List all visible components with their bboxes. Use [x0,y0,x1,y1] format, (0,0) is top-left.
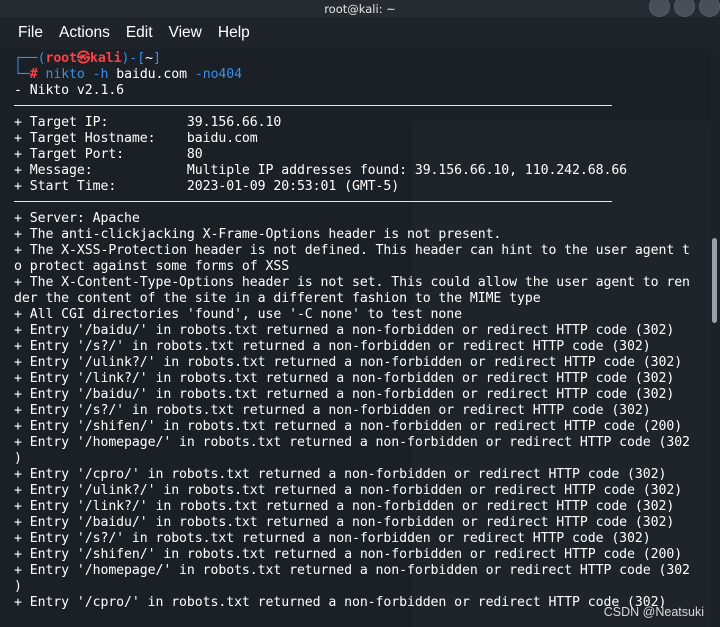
scrollbar-track[interactable] [710,49,720,627]
result-line: + Entry '/s?/' in robots.txt returned a … [14,339,651,354]
result-line: + Entry '/baidu/' in robots.txt returned… [14,323,675,338]
result-line: + Entry '/cpro/' in robots.txt returned … [14,595,667,610]
window-controls [649,0,720,17]
minimize-button[interactable] [649,0,670,17]
target-info-line: + Start Time: 2023-01-09 20:53:01 (GMT-5… [14,179,400,194]
result-line: + Entry '/ulink?/' in robots.txt returne… [14,355,683,370]
result-line: + Entry '/ulink?/' in robots.txt returne… [14,483,683,498]
result-line: + The X-Content-Type-Options header is n… [14,275,690,290]
title-bar: root@kali: ~ [0,0,720,17]
watermark: CSDN @Neatsuki [603,605,704,619]
menu-view[interactable]: View [161,24,210,42]
result-line: + Entry '/homepage/' in robots.txt retur… [14,563,690,578]
result-line: ) [14,579,22,594]
scrollbar-thumb[interactable] [712,238,717,323]
menu-edit[interactable]: Edit [118,24,161,42]
target-info-line: + Message: Multiple IP addresses found: … [14,163,628,178]
prompt-line-2: └─# nikto -h baidu.com -no404 [14,67,243,82]
target-info-line: + Target IP: 39.156.66.10 [14,115,282,130]
result-line: + Entry '/baidu/' in robots.txt returned… [14,515,675,530]
result-line: + Entry '/s?/' in robots.txt returned a … [14,531,651,546]
separator [14,105,612,106]
maximize-button[interactable] [674,0,695,17]
result-line: + The X-XSS-Protection header is not def… [14,243,690,258]
prompt-line-1: ┌──(root㉿kali)-[~] [14,51,161,66]
result-line: + Entry '/homepage/' in robots.txt retur… [14,435,690,450]
close-button[interactable] [699,0,720,17]
result-line: + The anti-clickjacking X-Frame-Options … [14,227,502,242]
menu-bar: File Actions Edit View Help [0,17,720,49]
target-info-line: + Target Port: 80 [14,147,203,162]
window-title: root@kali: ~ [324,1,396,16]
result-line: + All CGI directories 'found', use '-C n… [14,307,462,322]
terminal-output[interactable]: ┌──(root㉿kali)-[~] └─# nikto -h baidu.co… [0,49,710,627]
nikto-version: - Nikto v2.1.6 [14,83,125,98]
result-line: der the content of the site in a differe… [14,291,541,306]
menu-help[interactable]: Help [210,24,258,42]
result-line: + Entry '/shifen/' in robots.txt returne… [14,547,683,562]
result-line: + Entry '/link?/' in robots.txt returned… [14,371,675,386]
result-line: + Entry '/cpro/' in robots.txt returned … [14,467,667,482]
result-line: + Entry '/s?/' in robots.txt returned a … [14,403,651,418]
separator [14,201,612,202]
result-line: + Entry '/shifen/' in robots.txt returne… [14,419,683,434]
result-line: ) [14,451,22,466]
result-line: + Server: Apache [14,211,140,226]
menu-file[interactable]: File [0,24,51,42]
menu-actions[interactable]: Actions [51,24,118,42]
target-info-line: + Target Hostname: baidu.com [14,131,258,146]
result-line: + Entry '/link?/' in robots.txt returned… [14,499,675,514]
result-line: o protect against some forms of XSS [14,259,290,274]
result-line: + Entry '/baidu/' in robots.txt returned… [14,387,675,402]
